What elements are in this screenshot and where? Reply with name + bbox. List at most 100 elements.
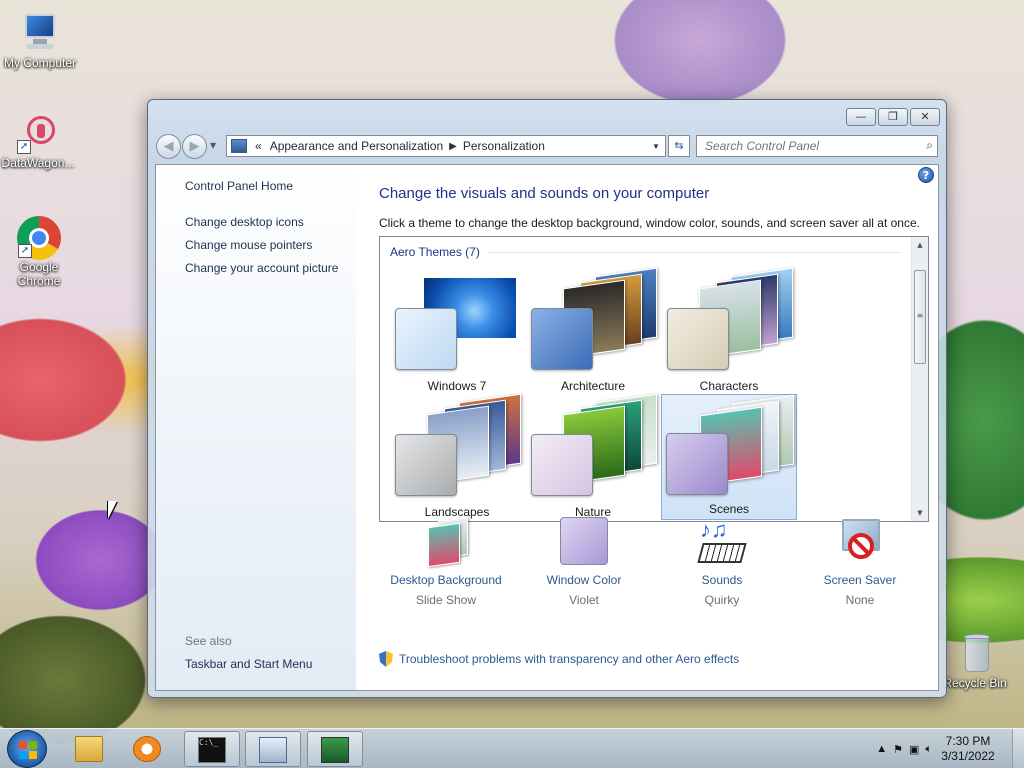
window-client-area: Control Panel Home Change desktop icons … xyxy=(155,164,939,691)
command-prompt-icon: C:\_ xyxy=(198,737,226,763)
theme-color-swatch xyxy=(395,434,457,496)
taskbar: C:\_ ▲ ⚑ ▣ 🔈︎ 7:30 PM 3/31/2022 xyxy=(0,728,1024,768)
breadcrumb-separator-icon[interactable]: ▶ xyxy=(449,141,457,152)
desktop-background-icon xyxy=(420,516,472,568)
search-input[interactable] xyxy=(697,136,907,156)
taskbar-media-player-button[interactable] xyxy=(120,731,176,767)
change-desktop-icons-link[interactable]: Change desktop icons xyxy=(185,215,304,229)
window-color-setting[interactable]: Window Color Violet xyxy=(514,517,654,607)
task-pane: Control Panel Home Change desktop icons … xyxy=(156,165,356,690)
change-mouse-pointers-link[interactable]: Change mouse pointers xyxy=(185,238,312,252)
theme-list[interactable]: Aero Themes (7) Windows 7 Architecture C… xyxy=(379,236,929,522)
change-account-picture-link[interactable]: Change your account picture xyxy=(185,261,338,275)
theme-nature[interactable]: Nature xyxy=(525,393,661,521)
theme-characters[interactable]: Characters xyxy=(661,267,797,396)
page-title: Change the visuals and sounds on your co… xyxy=(379,185,710,202)
control-panel-icon xyxy=(259,737,287,763)
media-player-icon xyxy=(133,736,161,762)
search-icon[interactable]: ⌕ xyxy=(926,138,933,153)
sounds-setting[interactable]: ♪♫ Sounds Quirky xyxy=(652,517,792,607)
show-hidden-icons-icon[interactable]: ▲ xyxy=(876,743,887,755)
notification-area: ▲ ⚑ ▣ 🔈︎ 7:30 PM 3/31/2022 xyxy=(876,729,1010,768)
restore-button[interactable]: ❐ xyxy=(878,108,908,126)
close-button[interactable]: ✕ xyxy=(910,108,940,126)
action-center-flag-icon[interactable]: ⚑ xyxy=(893,743,903,756)
theme-label: Architecture xyxy=(560,379,626,393)
scrollbar-thumb[interactable]: ≡ xyxy=(914,270,926,364)
setting-value: Quirky xyxy=(704,593,740,607)
theme-color-swatch xyxy=(666,433,728,495)
setting-title[interactable]: Desktop Background xyxy=(376,573,516,587)
recent-pages-dropdown-icon[interactable]: ▼ xyxy=(210,141,216,150)
shortcut-arrow-icon: ➚ xyxy=(17,140,31,154)
start-button[interactable] xyxy=(7,730,47,768)
breadcrumb-personalization[interactable]: Personalization xyxy=(463,139,545,153)
theme-landscapes[interactable]: Landscapes xyxy=(389,393,525,521)
desktop-icon-datawagon[interactable]: ➚ DataWagon... xyxy=(0,112,78,170)
desktop-icon-google-chrome[interactable]: ➚ Google Chrome xyxy=(0,216,79,288)
system-clock[interactable]: 7:30 PM 3/31/2022 xyxy=(938,734,998,764)
setting-value: None xyxy=(845,593,875,607)
computer-icon xyxy=(19,12,61,54)
content-pane: ? Change the visuals and sounds on your … xyxy=(356,165,938,690)
breadcrumb-appearance[interactable]: Appearance and Personalization xyxy=(270,139,443,153)
setting-title[interactable]: Sounds xyxy=(652,573,792,587)
setting-title[interactable]: Screen Saver xyxy=(790,573,930,587)
desktop-background-setting[interactable]: Desktop Background Slide Show xyxy=(376,516,516,607)
network-monitor-icon xyxy=(321,737,349,763)
personalization-window[interactable]: — ❐ ✕ ◀ ▶ ▼ « Appearance and Personaliza… xyxy=(147,99,947,698)
theme-label: Characters xyxy=(699,379,759,393)
search-box[interactable]: ⌕ xyxy=(696,135,938,157)
taskbar-control-panel-button[interactable] xyxy=(245,731,301,767)
back-button[interactable]: ◀ xyxy=(156,134,181,159)
theme-architecture[interactable]: Architecture xyxy=(525,267,661,396)
window-color-icon xyxy=(558,517,610,567)
folder-icon xyxy=(75,736,103,762)
clock-time: 7:30 PM xyxy=(945,734,991,748)
theme-label: Scenes xyxy=(708,502,750,516)
theme-list-scrollbar[interactable]: ▲ ≡ ▼ xyxy=(911,237,928,521)
desktop-icon-my-computer[interactable]: My Computer xyxy=(0,12,80,70)
taskbar-network-app-button[interactable] xyxy=(307,731,363,767)
theme-color-swatch xyxy=(395,308,457,370)
address-prefix[interactable]: « xyxy=(255,139,262,153)
screen-saver-setting[interactable]: Screen Saver None xyxy=(790,517,930,607)
aero-themes-group-header: Aero Themes (7) xyxy=(390,245,900,259)
shortcut-arrow-icon: ➚ xyxy=(18,244,32,258)
desktop-icon-label: My Computer xyxy=(3,56,77,70)
address-dropdown-icon[interactable]: ▼ xyxy=(647,142,665,151)
theme-windows-7[interactable]: Windows 7 xyxy=(389,270,525,396)
chrome-icon: ➚ xyxy=(17,216,61,260)
refresh-button[interactable]: ⇆ xyxy=(668,135,690,157)
volume-icon[interactable]: 🔈︎ xyxy=(925,743,932,756)
control-panel-icon xyxy=(231,139,247,153)
network-icon[interactable]: ▣ xyxy=(909,743,919,756)
taskbar-explorer-button[interactable] xyxy=(62,731,118,767)
address-bar[interactable]: « Appearance and Personalization ▶ Perso… xyxy=(226,135,666,157)
theme-scenes[interactable]: Scenes xyxy=(661,394,797,520)
page-subtitle: Click a theme to change the desktop back… xyxy=(379,216,920,230)
taskbar-command-prompt-button[interactable]: C:\_ xyxy=(184,731,240,767)
troubleshoot-link[interactable]: Troubleshoot problems with transparency … xyxy=(379,651,739,667)
minimize-button[interactable]: — xyxy=(846,108,876,126)
taskbar-start-menu-link[interactable]: Taskbar and Start Menu xyxy=(185,657,312,671)
forward-button[interactable]: ▶ xyxy=(182,134,207,159)
desktop-icon-label: Google Chrome xyxy=(17,260,61,288)
recycle-bin-icon xyxy=(954,632,996,674)
screen-saver-icon xyxy=(834,517,886,567)
see-also-header: See also xyxy=(185,634,232,648)
datawagon-icon: ➚ xyxy=(17,112,59,154)
mouse-cursor-icon xyxy=(108,501,117,519)
troubleshoot-link-label[interactable]: Troubleshoot problems with transparency … xyxy=(399,652,739,666)
control-panel-home-link[interactable]: Control Panel Home xyxy=(185,179,293,193)
setting-title[interactable]: Window Color xyxy=(514,573,654,587)
scroll-up-icon[interactable]: ▲ xyxy=(912,237,928,253)
desktop-icon-label: Recycle Bin xyxy=(943,676,1007,690)
show-desktop-button[interactable] xyxy=(1012,729,1024,768)
caption-buttons: — ❐ ✕ xyxy=(846,108,940,126)
desktop-icon-recycle-bin[interactable]: Recycle Bin xyxy=(935,632,1015,690)
setting-value: Slide Show xyxy=(415,593,477,607)
desktop-icon-label: DataWagon... xyxy=(1,156,75,170)
help-icon[interactable]: ? xyxy=(918,167,934,183)
shield-icon xyxy=(379,651,393,667)
